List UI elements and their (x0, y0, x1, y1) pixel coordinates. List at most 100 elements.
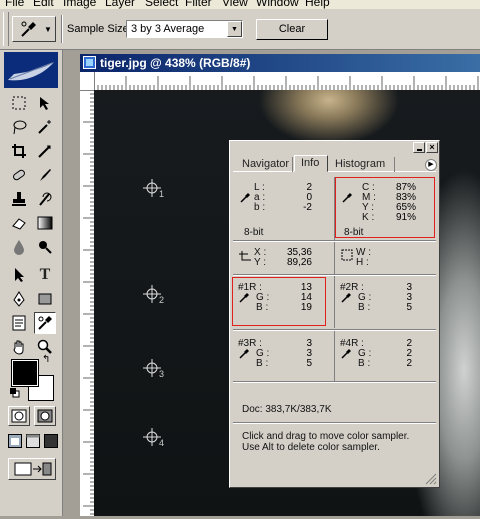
sampler-2-readout: #2R : G : B : 3 3 5 (338, 279, 434, 321)
options-divider (61, 15, 63, 43)
healing-brush-icon[interactable] (8, 164, 30, 186)
cmyk-k-value: 91% (395, 212, 416, 223)
eyedropper-icon (239, 191, 251, 206)
document-title: tiger.jpg @ 438% (RGB/8#) (100, 56, 251, 70)
tab-info[interactable]: Info (294, 155, 328, 172)
document-titlebar[interactable]: tiger.jpg @ 438% (RGB/8#) (80, 54, 480, 72)
menu-filter[interactable]: Filter (185, 0, 212, 9)
move-tool-icon[interactable] (34, 92, 56, 114)
sampler-label: 4 (159, 438, 165, 448)
menu-layer[interactable]: Layer (105, 0, 135, 9)
shape-tool-icon[interactable] (34, 288, 56, 310)
y-value: 89,26 (286, 257, 312, 268)
s1-b-label: B : (256, 302, 269, 313)
pen-tool-icon[interactable] (8, 288, 30, 310)
eyedropper-icon (340, 347, 352, 362)
quick-mask-mode-button[interactable] (34, 406, 56, 426)
menu-edit[interactable]: Edit (33, 0, 54, 9)
color-sampler-3[interactable]: 3 (142, 358, 165, 381)
palette-titlebar[interactable]: × (230, 141, 439, 154)
eyedropper-sampler-icon (19, 19, 39, 44)
palette-menu-icon[interactable]: ▶ (425, 159, 437, 171)
menu-window[interactable]: Window (256, 0, 299, 9)
blur-tool-icon[interactable] (8, 236, 30, 258)
sample-size-value: 3 by 3 Average (131, 23, 205, 35)
type-tool-icon[interactable]: T (34, 264, 56, 286)
chevron-down-icon: ▼ (44, 25, 52, 34)
size-readout: W : H : (338, 243, 434, 273)
color-sampler-4[interactable]: 4 (142, 427, 165, 450)
menu-help[interactable]: Help (305, 0, 330, 9)
s1-b-value: 19 (300, 302, 312, 313)
slice-tool-icon[interactable] (34, 140, 56, 162)
s4-b-value: 2 (406, 358, 412, 369)
gradient-tool-icon[interactable] (34, 212, 56, 234)
clone-stamp-icon[interactable] (8, 188, 30, 210)
sampler-label: 1 (159, 189, 165, 199)
hand-tool-icon[interactable] (8, 336, 30, 358)
s2-b-value: 5 (406, 302, 412, 313)
sample-size-select[interactable]: 3 by 3 Average ▼ (126, 20, 243, 38)
lab-readout: L : a : b : 2 0 -2 8-bit (236, 179, 334, 238)
adobe-feather-logo[interactable] (4, 52, 58, 88)
eyedropper-icon (238, 291, 250, 306)
crop-tool-icon[interactable] (8, 140, 30, 162)
vertical-ruler[interactable] (80, 89, 95, 516)
tab-navigator[interactable]: Navigator (236, 157, 293, 172)
sampler-1-readout: #1R : G : B : 13 14 19 (236, 279, 328, 321)
sampler-label: 3 (159, 369, 165, 379)
tab-histogram[interactable]: Histogram (330, 157, 395, 172)
cmyk-k-label: K : (362, 212, 375, 223)
lab-b-label: b : (254, 202, 266, 213)
help-text-line-1: Click and drag to move color sampler. (242, 431, 410, 442)
color-sampler-1[interactable]: 1 (142, 178, 165, 201)
h-label: H : (356, 257, 369, 268)
y-label: Y : (254, 257, 267, 268)
default-colors-icon[interactable] (10, 388, 20, 398)
color-sampler-2[interactable]: 2 (142, 284, 164, 307)
menu-view[interactable]: View (222, 0, 248, 9)
eyedropper-icon (341, 191, 353, 206)
eyedropper-icon (340, 291, 352, 306)
cmyk-bit-depth: 8-bit (344, 227, 364, 238)
magic-wand-icon[interactable] (34, 116, 56, 138)
options-grip[interactable] (3, 12, 9, 46)
cmyk-readout: C : M : Y : K : 87% 83% 65% 91% 8-bit (338, 179, 434, 238)
dodge-tool-icon[interactable] (34, 236, 56, 258)
path-selection-icon[interactable] (8, 264, 30, 286)
resize-grip-icon[interactable] (423, 471, 437, 485)
brush-tool-icon[interactable] (34, 164, 56, 186)
tool-preset-picker[interactable]: ▼ (12, 16, 56, 42)
menu-image[interactable]: Image (63, 0, 96, 9)
notes-tool-icon[interactable] (8, 312, 30, 334)
ruler-origin[interactable] (80, 72, 95, 91)
lasso-tool-icon[interactable] (8, 116, 30, 138)
clear-button[interactable]: Clear (256, 19, 328, 40)
lab-b-value: -2 (303, 202, 312, 213)
lab-bit-depth: 8-bit (244, 227, 264, 238)
s3-b-label: B : (256, 358, 269, 369)
chevron-down-icon[interactable]: ▼ (227, 21, 242, 37)
document-icon (83, 56, 96, 69)
marquee-tool-icon[interactable] (8, 92, 30, 114)
color-sampler-tool-icon[interactable] (34, 312, 56, 334)
minimize-icon[interactable] (413, 142, 425, 153)
options-bar: ▼ Sample Size: 3 by 3 Average ▼ Clear (0, 9, 480, 50)
position-readout: X : Y : 35,36 89,26 (236, 243, 334, 273)
horizontal-ruler[interactable] (80, 72, 480, 91)
sample-size-label: Sample Size: (67, 23, 132, 35)
standard-mode-button[interactable] (8, 406, 30, 426)
menu-file[interactable]: File (5, 0, 24, 9)
history-brush-icon[interactable] (34, 188, 56, 210)
full-screen-mode-icon[interactable] (44, 434, 58, 448)
menu-select[interactable]: Select (145, 0, 178, 9)
eraser-tool-icon[interactable] (8, 212, 30, 234)
jump-to-imageready-button[interactable] (8, 458, 56, 480)
foreground-color-swatch[interactable] (11, 359, 39, 387)
standard-screen-mode-icon[interactable] (8, 434, 22, 448)
swap-colors-icon[interactable]: ↰ (42, 354, 50, 365)
close-icon[interactable]: × (426, 142, 438, 153)
full-screen-menu-mode-icon[interactable] (26, 434, 40, 448)
s3-b-value: 5 (306, 358, 312, 369)
sampler-4-readout: #4R : G : B : 2 2 2 (338, 335, 434, 377)
